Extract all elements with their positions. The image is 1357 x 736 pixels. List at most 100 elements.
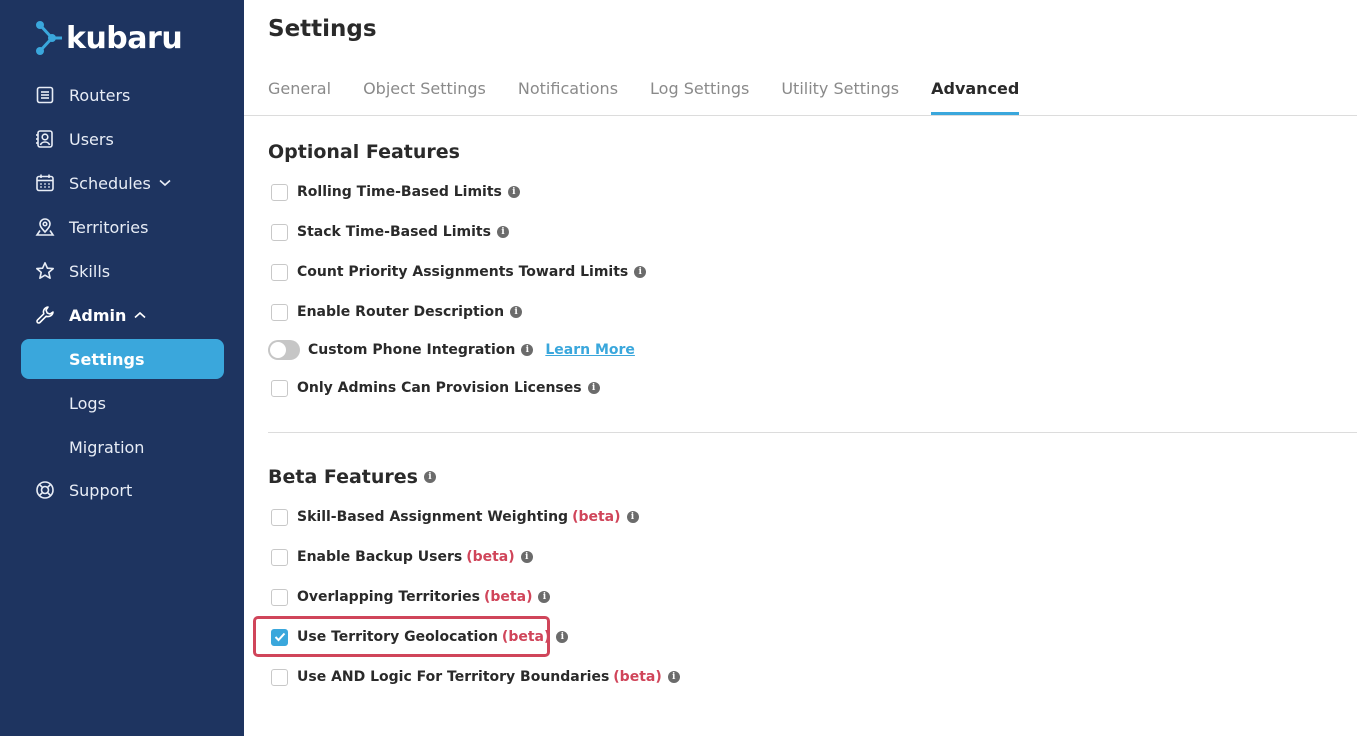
sidebar-item-label: Admin: [69, 305, 127, 325]
sidebar-item-label: Migration: [69, 437, 145, 457]
sidebar-item-territories[interactable]: Territories: [21, 207, 224, 247]
wrench-icon: [35, 305, 55, 325]
user-badge-icon: [35, 129, 55, 149]
list-icon: [35, 85, 55, 105]
info-icon[interactable]: i: [556, 631, 569, 643]
option-only-admins-provision-licenses: Only Admins Can Provision Licenses i: [271, 377, 600, 399]
sidebar-item-label: Users: [69, 129, 114, 149]
info-icon[interactable]: i: [521, 344, 534, 356]
sidebar-item-migration[interactable]: Migration: [21, 427, 224, 467]
tab-log-settings[interactable]: Log Settings: [650, 70, 749, 115]
option-label: Enable Router Description: [297, 304, 505, 320]
tab-advanced[interactable]: Advanced: [931, 70, 1020, 115]
sidebar-item-support[interactable]: Support: [21, 470, 224, 510]
sidebar-item-label: Schedules: [69, 173, 151, 193]
settings-tabs: General Object Settings Notifications Lo…: [268, 70, 1051, 115]
option-stack-time-based-limits: Stack Time-Based Limits i: [271, 221, 509, 243]
star-icon: [35, 261, 55, 281]
option-skill-based-weighting: Skill-Based Assignment Weighting (beta) …: [271, 506, 639, 528]
checkbox[interactable]: [271, 223, 288, 241]
calendar-icon: [35, 173, 55, 193]
option-and-logic-territory-boundaries: Use AND Logic For Territory Boundaries (…: [271, 666, 680, 688]
sidebar-item-label: Skills: [69, 261, 111, 281]
section-title-text: Beta Features: [268, 466, 418, 488]
checkmark-icon: [274, 632, 285, 642]
beta-features-title: Beta Features i: [268, 466, 436, 488]
beta-tag: (beta): [613, 669, 662, 685]
tab-notifications[interactable]: Notifications: [518, 70, 618, 115]
beta-tag: (beta): [466, 549, 515, 565]
logo-text: kubaru: [66, 20, 183, 56]
option-enable-backup-users: Enable Backup Users (beta) i: [271, 546, 533, 568]
checkbox[interactable]: [271, 183, 288, 201]
tab-general[interactable]: General: [268, 70, 331, 115]
info-icon[interactable]: i: [423, 471, 436, 483]
info-icon[interactable]: i: [507, 186, 520, 198]
checkbox[interactable]: [271, 508, 288, 526]
beta-tag: (beta): [484, 589, 533, 605]
beta-tag: (beta): [501, 629, 551, 645]
option-label: Overlapping Territories: [297, 589, 481, 605]
sidebar: kubaru Routers Users Schedules Territori…: [0, 0, 244, 736]
info-icon[interactable]: i: [496, 226, 509, 238]
checkbox[interactable]: [271, 379, 288, 397]
kubaru-logo[interactable]: kubaru: [34, 18, 183, 58]
chevron-up-icon[interactable]: [134, 311, 146, 319]
tab-object-settings[interactable]: Object Settings: [363, 70, 486, 115]
option-label: Stack Time-Based Limits: [297, 224, 491, 240]
checkbox-checked[interactable]: [271, 628, 288, 646]
sidebar-item-routers[interactable]: Routers: [21, 75, 224, 115]
custom-phone-toggle[interactable]: [268, 340, 300, 360]
option-label: Enable Backup Users: [297, 549, 463, 565]
option-label: Skill-Based Assignment Weighting: [297, 509, 569, 525]
option-label: Use Territory Geolocation: [297, 629, 498, 645]
option-rolling-time-based-limits: Rolling Time-Based Limits i: [271, 181, 520, 203]
sidebar-item-skills[interactable]: Skills: [21, 251, 224, 291]
checkbox[interactable]: [271, 303, 288, 321]
option-label: Use AND Logic For Territory Boundaries: [297, 669, 610, 685]
sidebar-item-label: Settings: [69, 349, 145, 369]
sidebar-item-label: Support: [69, 480, 133, 500]
option-custom-phone-integration: Custom Phone Integration i Learn More: [268, 339, 635, 361]
option-label: Rolling Time-Based Limits: [297, 184, 502, 200]
optional-features-title: Optional Features: [268, 141, 460, 163]
main-content: Settings General Object Settings Notific…: [244, 0, 1357, 736]
sidebar-item-users[interactable]: Users: [21, 119, 224, 159]
info-icon[interactable]: i: [626, 511, 639, 523]
section-title-text: Optional Features: [268, 141, 460, 163]
option-use-territory-geolocation: Use Territory Geolocation (beta) i: [271, 626, 569, 648]
chevron-down-icon[interactable]: [159, 179, 171, 187]
lifebuoy-icon: [35, 480, 55, 500]
info-icon[interactable]: i: [510, 306, 523, 318]
learn-more-link[interactable]: Learn More: [545, 342, 635, 358]
sidebar-item-label: Routers: [69, 85, 131, 105]
sidebar-item-schedules[interactable]: Schedules: [21, 163, 224, 203]
info-icon[interactable]: i: [587, 382, 600, 394]
sidebar-item-admin[interactable]: Admin: [21, 295, 224, 335]
sidebar-item-label: Territories: [69, 217, 149, 237]
info-icon[interactable]: i: [520, 551, 533, 563]
checkbox[interactable]: [271, 668, 288, 686]
option-enable-router-description: Enable Router Description i: [271, 301, 523, 323]
tab-utility-settings[interactable]: Utility Settings: [781, 70, 899, 115]
option-label: Custom Phone Integration: [308, 342, 516, 358]
checkbox[interactable]: [271, 548, 288, 566]
info-icon[interactable]: i: [634, 266, 647, 278]
option-count-priority-assignments: Count Priority Assignments Toward Limits…: [271, 261, 647, 283]
section-divider: [268, 432, 1357, 433]
map-pin-icon: [35, 217, 55, 237]
logo-mark-icon: [36, 21, 62, 55]
beta-tag: (beta): [572, 509, 621, 525]
option-label: Count Priority Assignments Toward Limits: [297, 264, 629, 280]
info-icon[interactable]: i: [667, 671, 680, 683]
tabs-divider: [244, 115, 1357, 116]
checkbox[interactable]: [271, 588, 288, 606]
page-title: Settings: [268, 16, 377, 42]
sidebar-item-label: Logs: [69, 393, 106, 413]
checkbox[interactable]: [271, 263, 288, 281]
sidebar-item-logs[interactable]: Logs: [21, 383, 224, 423]
option-label: Only Admins Can Provision Licenses: [297, 380, 582, 396]
info-icon[interactable]: i: [538, 591, 551, 603]
sidebar-item-settings[interactable]: Settings: [21, 339, 224, 379]
option-overlapping-territories: Overlapping Territories (beta) i: [271, 586, 551, 608]
